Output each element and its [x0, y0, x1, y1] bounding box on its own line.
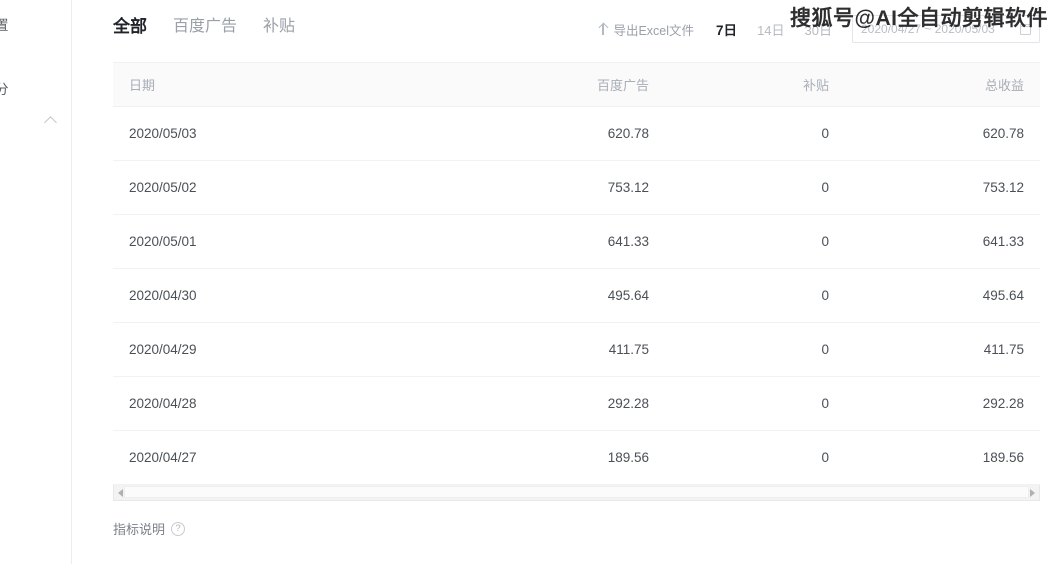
- table-row: 2020/04/30 495.64 0 495.64: [113, 269, 1040, 323]
- chevron-up-icon: [44, 116, 57, 129]
- column-header-subsidy[interactable]: 补贴: [665, 63, 845, 107]
- table-body: 2020/05/03 620.78 0 620.78 2020/05/02 75…: [113, 107, 1040, 485]
- range-button-30d[interactable]: 30日: [805, 20, 832, 39]
- table-container: 日期 百度广告 补贴 总收益 2020/05/03 620.78 0 620.7…: [113, 62, 1040, 485]
- cell-ad: 753.12: [413, 161, 665, 215]
- table-row: 2020/05/03 620.78 0 620.78: [113, 107, 1040, 161]
- export-excel-label: 导出Excel文件: [613, 20, 694, 39]
- cell-subsidy: 0: [665, 377, 845, 431]
- tab-baidu-ads[interactable]: 百度广告: [173, 16, 237, 38]
- export-excel-button[interactable]: 导出Excel文件: [598, 20, 694, 39]
- cell-subsidy: 0: [665, 161, 845, 215]
- scrollbar-thumb[interactable]: [124, 486, 1029, 498]
- range-label: 30日: [805, 23, 832, 38]
- cell-date: 2020/04/27: [113, 431, 413, 485]
- tab-subsidy[interactable]: 补贴: [263, 16, 295, 38]
- cell-ad: 189.56: [413, 431, 665, 485]
- table-row: 2020/04/29 411.75 0 411.75: [113, 323, 1040, 377]
- table-row: 2020/04/27 189.56 0 189.56: [113, 431, 1040, 485]
- sidebar-item-credit-score[interactable]: 信用分: [0, 74, 71, 106]
- cell-total: 641.33: [845, 215, 1040, 269]
- calendar-icon: [1020, 24, 1031, 35]
- cell-ad: 411.75: [413, 323, 665, 377]
- content-area: 全部 百度广告 补贴 导出Excel文件 7日 14日: [73, 0, 1056, 564]
- column-header-date[interactable]: 日期: [113, 63, 413, 107]
- table-row: 2020/05/02 753.12 0 753.12: [113, 161, 1040, 215]
- scroll-left-arrow-icon[interactable]: [118, 489, 123, 497]
- cell-date: 2020/04/28: [113, 377, 413, 431]
- range-label: 14日: [757, 23, 784, 38]
- cell-total: 411.75: [845, 323, 1040, 377]
- cell-ad: 620.78: [413, 107, 665, 161]
- sidebar-item-settings[interactable]: 设置: [0, 140, 71, 172]
- sidebar-item-account-settings[interactable]: 号设置: [0, 10, 71, 42]
- date-range-picker[interactable]: 2020/04/27 ~ 2020/05/03: [852, 15, 1040, 43]
- tab-label: 全部: [113, 17, 147, 36]
- sidebar-item-label: 信用分: [0, 82, 9, 97]
- cell-date: 2020/05/03: [113, 107, 413, 161]
- cell-date: 2020/04/29: [113, 323, 413, 377]
- cell-ad: 641.33: [413, 215, 665, 269]
- metrics-explanation-link[interactable]: 指标说明: [113, 519, 165, 538]
- table-head: 日期 百度广告 补贴 总收益: [113, 63, 1040, 107]
- cell-total: 620.78: [845, 107, 1040, 161]
- table-row: 2020/05/01 641.33 0 641.33: [113, 215, 1040, 269]
- question-mark-icon[interactable]: ?: [171, 522, 185, 536]
- page-root: 号设置 收益 信用分 设置 工具 全部 百度广告: [0, 0, 1056, 564]
- sidebar-item-label: 号设置: [0, 18, 9, 33]
- table-row: 2020/04/28 292.28 0 292.28: [113, 377, 1040, 431]
- sidebar-item-tools[interactable]: 工具: [0, 172, 71, 204]
- tab-all[interactable]: 全部: [113, 16, 147, 38]
- tab-label: 百度广告: [173, 18, 237, 35]
- cell-subsidy: 0: [665, 269, 845, 323]
- horizontal-scrollbar[interactable]: [113, 485, 1040, 501]
- cell-subsidy: 0: [665, 107, 845, 161]
- sidebar: 号设置 收益 信用分 设置 工具: [0, 0, 72, 564]
- cell-subsidy: 0: [665, 215, 845, 269]
- cell-total: 753.12: [845, 161, 1040, 215]
- cell-subsidy: 0: [665, 323, 845, 377]
- upload-arrow-icon: [598, 23, 608, 35]
- cell-total: 292.28: [845, 377, 1040, 431]
- date-range-value: 2020/04/27 ~ 2020/05/03: [861, 22, 995, 36]
- footer: 指标说明 ?: [113, 519, 1040, 538]
- cell-subsidy: 0: [665, 431, 845, 485]
- scroll-right-arrow-icon[interactable]: [1030, 489, 1035, 497]
- column-header-baidu-ads[interactable]: 百度广告: [413, 63, 665, 107]
- revenue-table: 日期 百度广告 补贴 总收益 2020/05/03 620.78 0 620.7…: [113, 62, 1040, 485]
- column-header-total[interactable]: 总收益: [845, 63, 1040, 107]
- sidebar-collapse-toggle[interactable]: [0, 106, 71, 140]
- cell-date: 2020/05/01: [113, 215, 413, 269]
- cell-total: 189.56: [845, 431, 1040, 485]
- range-button-14d[interactable]: 14日: [757, 20, 784, 39]
- table-header-row: 日期 百度广告 补贴 总收益: [113, 63, 1040, 107]
- range-label: 7日: [716, 23, 737, 38]
- cell-total: 495.64: [845, 269, 1040, 323]
- range-button-7d[interactable]: 7日: [716, 19, 737, 39]
- sidebar-item-revenue[interactable]: 收益: [0, 42, 71, 74]
- cell-date: 2020/04/30: [113, 269, 413, 323]
- cell-date: 2020/05/02: [113, 161, 413, 215]
- cell-ad: 292.28: [413, 377, 665, 431]
- tab-label: 补贴: [263, 18, 295, 35]
- cell-ad: 495.64: [413, 269, 665, 323]
- toolbar-controls: 导出Excel文件 7日 14日 30日 2020/04/27 ~ 2020/0…: [598, 16, 1040, 42]
- tab-bar: 全部 百度广告 补贴: [113, 16, 295, 38]
- toolbar: 全部 百度广告 补贴 导出Excel文件 7日 14日: [73, 0, 1056, 62]
